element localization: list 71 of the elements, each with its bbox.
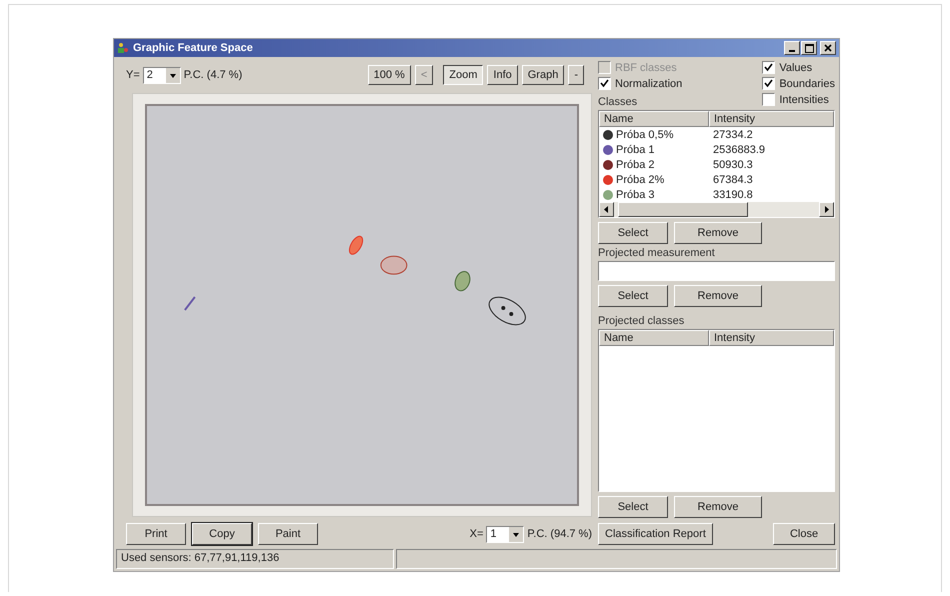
column-header[interactable]: Intensity [709,330,834,346]
x-axis-label: X= [470,528,484,540]
point-cluster [454,270,470,292]
column-header[interactable]: Name [599,111,709,127]
toolbar-button[interactable]: 100 % [368,65,411,85]
class-row[interactable]: Próba 2% 67384.3 [599,172,834,187]
class-intensity: 27334.2 [713,128,754,140]
class-row[interactable]: Próba 2 50930.3 [599,157,834,172]
maximize-icon [804,44,814,52]
close-button[interactable]: Close [773,523,835,545]
class-intensity: 50930.3 [713,158,754,170]
remove-button[interactable]: Remove [674,222,762,244]
class-row[interactable]: Próba 3 33190.8 [599,187,834,202]
column-header[interactable]: Name [599,330,709,346]
point-cluster [184,296,196,311]
class-intensity: 33190.8 [713,188,754,200]
point-cluster [488,296,526,326]
checkbox-label: Intensities [779,94,829,106]
select-button[interactable]: Select [598,496,668,518]
section-label: Projected classes [598,315,684,327]
point-cluster [348,236,364,255]
y-axis-label: Y= [126,69,140,81]
maximize-button[interactable] [801,41,817,55]
point-cluster [380,256,408,275]
x-axis-caption: P.C. (94.7 %) [527,528,592,540]
select-button[interactable]: Select [598,285,668,307]
column-header[interactable]: Intensity [709,111,834,127]
checkbox[interactable] [762,77,776,90]
toolbar-button[interactable]: Graph [522,65,564,85]
checkbox-label: Boundaries [779,78,835,90]
report-button[interactable]: Classification Report [598,523,713,545]
app-icon [117,42,129,54]
minimize-button[interactable] [784,41,800,55]
close-button[interactable] [820,41,836,55]
checkbox[interactable] [598,77,611,90]
class-intensity: 2536883.9 [713,144,766,156]
checkbox-label: Values [779,62,812,74]
scroll-left-icon[interactable] [599,202,614,217]
section-label: Classes [598,96,638,108]
close-icon [824,44,832,52]
class-name: Próba 1 [616,144,655,156]
class-row[interactable]: Próba 1 2536883.9 [599,142,834,157]
action-button[interactable]: Copy [192,523,252,545]
toolbar-button[interactable]: Info [487,65,518,85]
action-button[interactable]: Print [126,523,186,545]
class-intensity: 67384.3 [713,174,754,186]
status-bar: Used sensors: 67,77,91,119,136 [116,549,394,569]
class-row[interactable]: Próba 0,5% 27334.2 [599,127,834,142]
select-button[interactable]: Select [598,222,668,244]
scrollbar[interactable] [599,202,834,217]
checkbox-label: RBF classes [615,62,677,74]
checkbox-label: Normalization [615,78,682,90]
action-button[interactable]: Paint [258,523,318,545]
section-label: Projected measurement [598,247,715,259]
y-axis-caption: P.C. (4.7 %) [184,69,242,81]
window-title: Graphic Feature Space [133,42,254,54]
axis-dropdown[interactable]: 1 [486,526,524,542]
checkbox[interactable] [762,93,776,106]
scroll-right-icon[interactable] [819,202,834,217]
remove-button[interactable]: Remove [674,285,762,307]
axis-dropdown[interactable]: 2 [142,66,181,84]
toolbar-button[interactable]: Zoom [443,65,484,85]
class-name: Próba 3 [616,188,655,200]
class-name: Próba 2 [616,158,655,170]
checkbox[interactable] [762,61,776,74]
class-name: Próba 2% [616,174,664,186]
scroll-thumb[interactable] [618,202,748,217]
input-field[interactable] [598,261,835,281]
remove-button[interactable]: Remove [674,496,762,518]
class-name: Próba 0,5% [616,128,674,140]
toolbar-button[interactable]: - [568,65,584,85]
